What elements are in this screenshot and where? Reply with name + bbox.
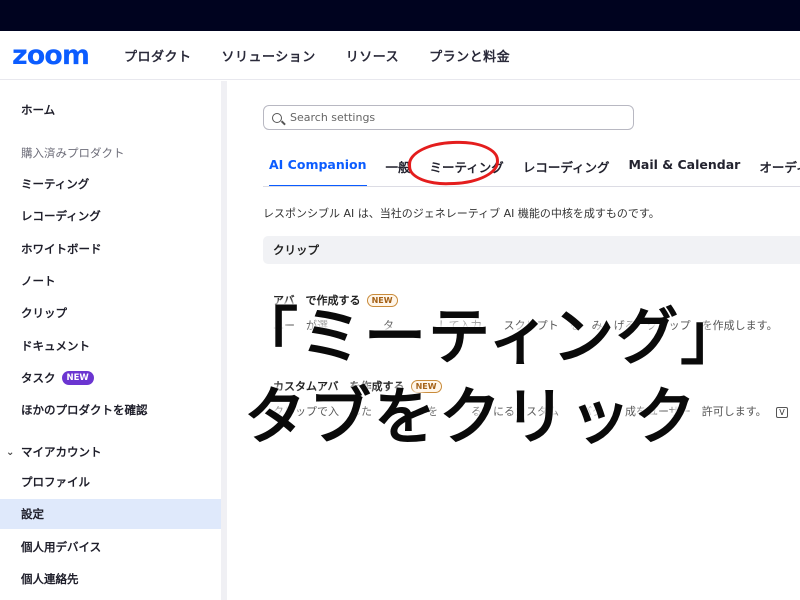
search-input[interactable]: [290, 111, 620, 124]
chevron-down-icon: ⌄: [6, 446, 15, 458]
sidebar-item-label: 個人連絡先: [21, 572, 79, 586]
nav-products[interactable]: プロダクト: [124, 46, 192, 65]
setting-title-text: アバ で作成する: [273, 294, 361, 307]
header-nav: プロダクト ソリューション リソース プランと料金: [124, 31, 540, 80]
tabs-underline: [263, 186, 800, 187]
search-box[interactable]: [263, 105, 634, 130]
sidebar-item-tasks[interactable]: タスク NEW: [0, 363, 221, 393]
setting-title: アバ で作成する NEW: [273, 292, 778, 308]
setting-title: カスタムアバ を作成する NEW: [273, 378, 788, 394]
sidebar-item-notes[interactable]: ノート: [0, 266, 221, 296]
tab-audio[interactable]: オーディオ カ: [759, 157, 800, 185]
new-badge: NEW: [366, 293, 398, 307]
sidebar-item-recordings[interactable]: レコーディング: [0, 201, 221, 231]
nav-resources[interactable]: リソース: [346, 46, 399, 65]
section-title: クリップ: [273, 243, 319, 257]
sidebar-item-label: 個人用デバイス: [21, 540, 102, 554]
sidebar-section-my-account[interactable]: ⌄ マイアカウント: [0, 437, 221, 467]
sidebar-item-label: ノート: [21, 274, 56, 288]
sidebar-item-settings[interactable]: 設定: [0, 499, 221, 529]
sidebar-item-clips[interactable]: クリップ: [0, 298, 221, 328]
top-black-bar: [0, 0, 800, 31]
sidebar-item-explore-products[interactable]: ほかのプロダクトを確認: [0, 395, 221, 425]
sidebar-item-home[interactable]: ホーム: [0, 95, 221, 125]
tab-ai-companion[interactable]: AI Companion: [269, 157, 367, 187]
site-header: zoom プロダクト ソリューション リソース プランと料金: [0, 31, 800, 80]
setting-create-with-avatar: アバ で作成する NEW ユー が選 タ して入力 スクリプト を み げる ク…: [273, 292, 778, 333]
sidebar-item-meetings[interactable]: ミーティング: [0, 169, 221, 199]
sidebar-item-label: ミーティング: [21, 177, 90, 191]
sidebar-item-documents[interactable]: ドキュメント: [0, 331, 221, 361]
sidebar-item-label: ほかのプロダクトを確認: [21, 403, 148, 417]
sidebar-item-label: ドキュメント: [21, 339, 90, 353]
new-badge: NEW: [410, 379, 442, 393]
new-badge: NEW: [61, 371, 94, 385]
tab-recording[interactable]: レコーディング: [523, 157, 610, 185]
setting-description-text: クリップで入 した を る にるカスタム バタ 成をユーザー 許可します。: [273, 405, 767, 418]
tab-general[interactable]: 一般: [386, 157, 411, 185]
sidebar-item-personal-devices[interactable]: 個人用デバイス: [0, 532, 221, 562]
nav-pricing[interactable]: プランと料金: [429, 46, 510, 65]
sidebar-section-label: 購入済みプロダクト: [21, 146, 125, 160]
settings-tabs: AI Companion 一般 ミーティング レコーディング Mail & Ca…: [269, 157, 800, 187]
setting-create-custom-avatar: カスタムアバ を作成する NEW クリップで入 した を る にるカスタム バタ…: [273, 378, 788, 419]
sidebar-item-label: 設定: [21, 507, 44, 521]
sidebar-item-label: タスク: [21, 371, 56, 385]
sidebar-item-label: クリップ: [21, 306, 67, 320]
sidebar-section-label: マイアカウント: [21, 445, 102, 459]
section-header-clips: クリップ: [263, 236, 800, 264]
search-icon: [272, 112, 282, 123]
v-icon: V: [776, 407, 788, 418]
settings-main: AI Companion 一般 ミーティング レコーディング Mail & Ca…: [227, 81, 800, 600]
tab-mail-calendar[interactable]: Mail & Calendar: [628, 157, 740, 185]
sidebar-item-label: レコーディング: [21, 209, 101, 223]
sidebar-item-label: ホーム: [21, 103, 56, 117]
sidebar: ホーム 購入済みプロダクト ミーティング レコーディング ホワイトボード ノート…: [0, 81, 221, 600]
setting-description: クリップで入 した を る にるカスタム バタ 成をユーザー 許可します。 V: [273, 403, 788, 419]
sidebar-item-whiteboard[interactable]: ホワイトボード: [0, 234, 221, 264]
zoom-logo[interactable]: zoom: [12, 40, 90, 71]
sidebar-item-label: プロファイル: [21, 475, 90, 489]
sidebar-item-label: ホワイトボード: [21, 242, 102, 256]
nav-solutions[interactable]: ソリューション: [222, 46, 316, 65]
sidebar-section-purchased: 購入済みプロダクト: [0, 138, 221, 168]
sidebar-item-personal-contacts[interactable]: 個人連絡先: [0, 564, 221, 594]
setting-description: ユー が選 タ して入力 スクリプト を み げる クリップ を作成します。: [273, 319, 778, 332]
setting-title-text: カスタムアバ を作成する: [273, 380, 405, 393]
sidebar-item-profile[interactable]: プロファイル: [0, 467, 221, 497]
page-description: レスポンシブル AI は、当社のジェネレーティブ AI 機能の中核を成すものです…: [263, 207, 660, 220]
